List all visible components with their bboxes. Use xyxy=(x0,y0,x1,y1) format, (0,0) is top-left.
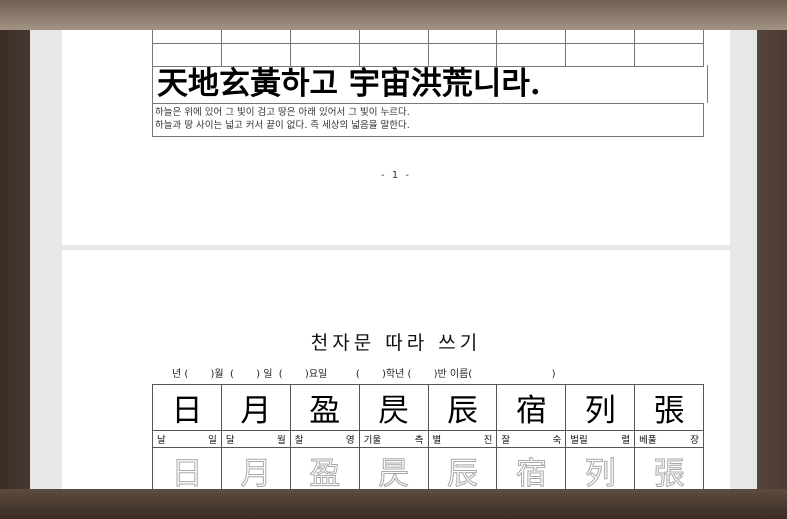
meaning-word: 달 xyxy=(225,435,235,446)
sound-word: 진 xyxy=(483,435,493,446)
hanja-cell: 昃 xyxy=(358,384,429,431)
grid-cell xyxy=(220,30,291,44)
writing-grid xyxy=(152,30,704,67)
reading-cell: 별진 xyxy=(427,430,498,448)
sound-word: 장 xyxy=(690,435,699,446)
trace-cell[interactable]: 列 xyxy=(565,447,636,490)
grid-cell xyxy=(358,30,429,44)
grid-cell xyxy=(220,43,291,67)
trace-hanja: 昃 xyxy=(378,456,410,490)
hanja-cell: 月 xyxy=(220,384,291,431)
grid-cell xyxy=(152,43,222,67)
background-frame-top xyxy=(0,0,787,30)
meaning-word: 벌릴 xyxy=(570,435,588,446)
grid-cell xyxy=(565,30,636,44)
meaning-word: 잘 xyxy=(501,435,511,446)
reading-cell: 찰영 xyxy=(289,430,360,448)
document-viewer[interactable]: 天地玄黃하고 宇宙洪荒니라. 하늘은 위에 있어 그 빛이 검고 땅은 아래 있… xyxy=(30,30,757,489)
meaning-word: 찰 xyxy=(294,435,304,446)
grid-cell xyxy=(634,43,704,67)
trace-cell[interactable]: 月 xyxy=(220,447,291,490)
grid-cell xyxy=(496,43,567,67)
meaning-word: 기울 xyxy=(363,435,382,446)
trace-hanja: 盈 xyxy=(309,456,341,490)
sound-word: 일 xyxy=(208,435,217,446)
hanja-cell: 辰 xyxy=(427,384,498,431)
sound-word: 측 xyxy=(414,435,424,446)
hanja-cell: 張 xyxy=(634,384,704,431)
practice-grid: 日 月 盈 昃 辰 宿 列 張 날일 달월 찰영 기울 측 별진 잘숙 벌릴 렬 베… xyxy=(152,384,704,489)
trace-hanja: 列 xyxy=(584,456,616,490)
meaning-line-2: 하늘과 땅 사이는 넓고 커서 끝이 없다. 즉 세상의 넓음을 말한다. xyxy=(155,120,410,131)
grid-cell xyxy=(496,30,567,44)
grid-row xyxy=(152,43,704,67)
trace-cell[interactable]: 昃 xyxy=(358,447,429,490)
page-1: 天地玄黃하고 宇宙洪荒니라. 하늘은 위에 있어 그 빛이 검고 땅은 아래 있… xyxy=(62,30,730,245)
reading-cell: 기울 측 xyxy=(358,430,429,448)
student-info-line: 년 ( )월 ( ) 일 ( )요일 ( )학년 ( )반 이름( ) xyxy=(172,369,556,380)
reading-row: 날일 달월 찰영 기울 측 별진 잘숙 벌릴 렬 베풀 장 xyxy=(152,430,704,448)
reading-cell: 베풀 장 xyxy=(634,430,704,448)
trace-row: 日 月 盈 昃 辰 宿 列 張 xyxy=(152,447,704,490)
trace-hanja: 宿 xyxy=(515,456,547,490)
trace-cell[interactable]: 辰 xyxy=(427,447,498,490)
sound-word: 렬 xyxy=(621,435,631,446)
trace-hanja: 月 xyxy=(240,456,272,490)
grid-cell xyxy=(289,30,360,44)
meaning-box: 하늘은 위에 있어 그 빛이 검고 땅은 아래 있어서 그 빛이 누르다. 하늘… xyxy=(152,103,704,137)
meaning-word: 별 xyxy=(432,435,442,446)
grid-cell xyxy=(358,43,429,67)
hanja-cell: 日 xyxy=(152,384,222,431)
sound-word: 숙 xyxy=(552,435,562,446)
grid-cell xyxy=(427,30,498,44)
trace-cell[interactable]: 盈 xyxy=(289,447,360,490)
page-2: 천자문 따라 쓰기 년 ( )월 ( ) 일 ( )요일 ( )학년 ( )반 … xyxy=(62,250,730,489)
background-frame-bottom xyxy=(0,489,787,519)
sound-word: 월 xyxy=(277,435,286,446)
hanja-row: 日 月 盈 昃 辰 宿 列 張 xyxy=(152,384,704,431)
hanja-cell: 盈 xyxy=(289,384,360,431)
trace-hanja: 辰 xyxy=(446,456,478,490)
trace-cell[interactable]: 日 xyxy=(152,447,222,490)
grid-cell xyxy=(565,43,636,67)
meaning-line-1: 하늘은 위에 있어 그 빛이 검고 땅은 아래 있어서 그 빛이 누르다. xyxy=(155,107,410,118)
grid-cell xyxy=(634,30,704,44)
trace-cell[interactable]: 宿 xyxy=(496,447,567,490)
reading-cell: 날일 xyxy=(152,430,222,448)
reading-cell: 벌릴 렬 xyxy=(565,430,636,448)
trace-hanja: 張 xyxy=(653,456,685,490)
meaning-word: 날 xyxy=(157,435,166,446)
sound-word: 영 xyxy=(345,435,355,446)
reading-cell: 잘숙 xyxy=(496,430,567,448)
hanja-cell: 宿 xyxy=(496,384,567,431)
grid-row xyxy=(152,30,704,44)
grid-cell xyxy=(427,43,498,67)
trace-cell[interactable]: 張 xyxy=(634,447,704,490)
grid-cell xyxy=(289,43,360,67)
grid-cell xyxy=(152,30,222,44)
trace-hanja: 日 xyxy=(171,456,203,490)
hanja-sentence: 天地玄黃하고 宇宙洪荒니라. xyxy=(152,65,708,103)
page-title: 천자문 따라 쓰기 xyxy=(310,332,482,354)
reading-cell: 달월 xyxy=(220,430,291,448)
hanja-cell: 列 xyxy=(565,384,636,431)
page-number: - 1 - xyxy=(381,170,411,181)
meaning-word: 베풀 xyxy=(639,435,657,446)
